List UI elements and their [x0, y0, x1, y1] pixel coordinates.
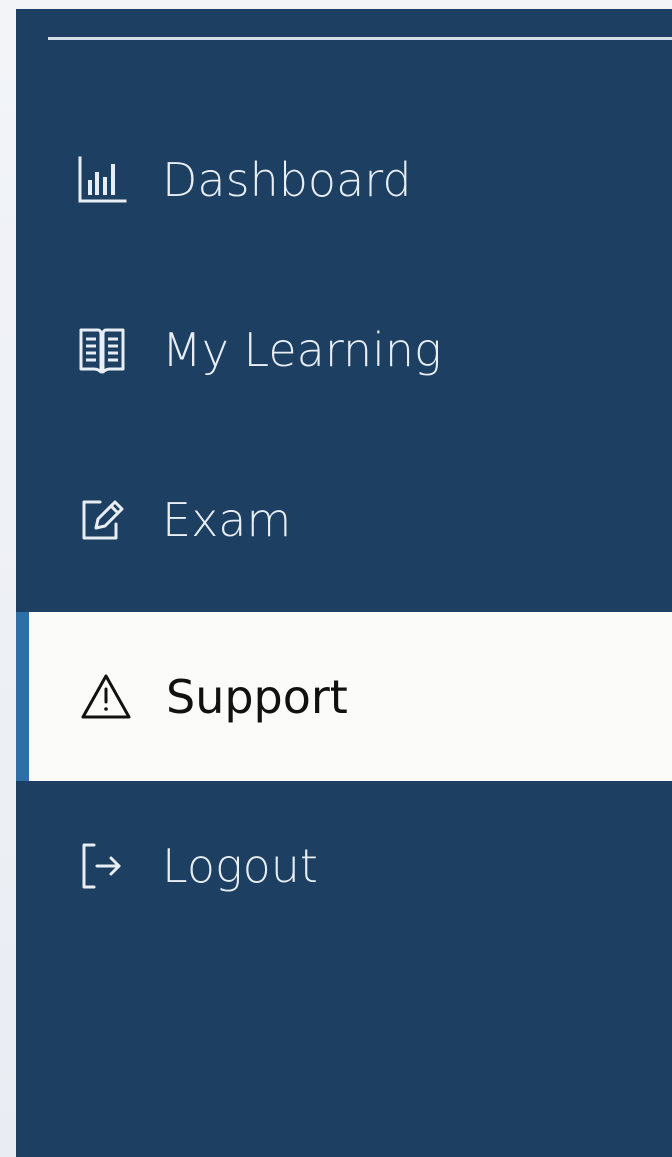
sidebar-item-dashboard[interactable]: Dashboard [16, 120, 672, 240]
app-page: Dashboard My Learning Exam Support Logou… [0, 0, 672, 1157]
sidebar-item-logout[interactable]: Logout [16, 806, 672, 926]
bar-chart-icon [74, 154, 129, 206]
sidebar-item-label: My Learning [162, 323, 442, 377]
sidebar-item-exam[interactable]: Exam [16, 460, 672, 580]
sidebar-nav: Dashboard My Learning Exam Support Logou… [16, 9, 672, 1157]
warning-triangle-icon [78, 671, 133, 723]
sidebar-item-label: Support [166, 669, 348, 724]
edit-square-icon [74, 494, 129, 546]
logout-icon [74, 840, 129, 892]
sidebar-item-label: Dashboard [162, 153, 412, 207]
sidebar-item-support[interactable]: Support [16, 612, 672, 781]
sidebar-item-my-learning[interactable]: My Learning [16, 290, 672, 410]
sidebar-item-label: Exam [162, 493, 292, 547]
sidebar: Dashboard My Learning Exam Support Logou… [16, 9, 672, 1157]
open-book-icon [74, 324, 129, 376]
sidebar-item-label: Logout [162, 839, 318, 893]
